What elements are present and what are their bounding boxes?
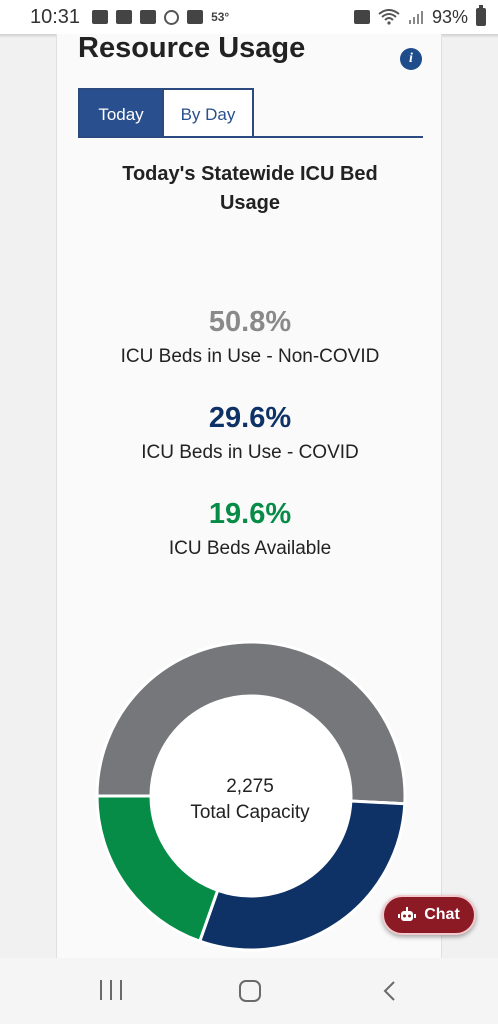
- signal-icon: [408, 11, 423, 24]
- tab-by-day[interactable]: By Day: [164, 88, 254, 138]
- donut-center: 2,275 Total Capacity: [57, 774, 441, 826]
- total-capacity-value: 2,275: [226, 776, 274, 797]
- image-icon: [187, 10, 204, 24]
- status-icons-right: 93%: [353, 5, 486, 28]
- stat-label: ICU Beds in Use - COVID: [141, 442, 359, 463]
- chart-subtitle: Today's Statewide ICU Bed Usage: [122, 163, 378, 214]
- stat-value: 50.8%: [208, 306, 292, 338]
- chat-button[interactable]: Chat: [382, 895, 476, 935]
- mail-icon: [140, 10, 157, 24]
- tab-today[interactable]: Today: [78, 88, 164, 138]
- stat-available: 19.6% ICU Beds Available: [57, 497, 441, 562]
- stat-label: ICU Beds in Use - Non-COVID: [120, 346, 380, 367]
- resource-usage-card: Resource Usage i Today By Day Today's St…: [56, 34, 442, 958]
- stat-label: ICU Beds Available: [168, 538, 332, 559]
- status-time: 10:31: [30, 5, 81, 28]
- battery-percent: 93%: [431, 6, 468, 27]
- chat-label: Chat: [424, 906, 460, 923]
- stat-non-covid: 50.8% ICU Beds in Use - Non-COVID: [57, 305, 441, 370]
- recent-apps-icon[interactable]: [100, 980, 122, 1000]
- wifi-icon: [378, 9, 400, 25]
- status-temperature: 53°: [211, 10, 230, 24]
- tab-bar: Today By Day: [78, 88, 423, 138]
- info-icon[interactable]: i: [400, 48, 422, 70]
- stat-value: 19.6%: [208, 498, 292, 530]
- status-bar: 10:31 53° 93%: [0, 0, 498, 34]
- stat-value: 29.6%: [208, 402, 292, 434]
- shield-icon: [164, 9, 180, 25]
- battery-icon: [476, 5, 486, 26]
- bot-icon: [398, 907, 417, 921]
- recycle-icon: [353, 10, 370, 24]
- home-icon[interactable]: [239, 980, 261, 1002]
- stat-covid: 29.6% ICU Beds in Use - COVID: [57, 401, 441, 466]
- back-icon[interactable]: [380, 980, 400, 1002]
- page-title: Resource Usage: [78, 34, 306, 64]
- system-nav-bar: [0, 958, 498, 1024]
- status-icons-left: 53°: [92, 9, 230, 25]
- notification-icon: [92, 10, 109, 24]
- mail-icon: [116, 10, 133, 24]
- total-capacity-label: Total Capacity: [190, 802, 310, 823]
